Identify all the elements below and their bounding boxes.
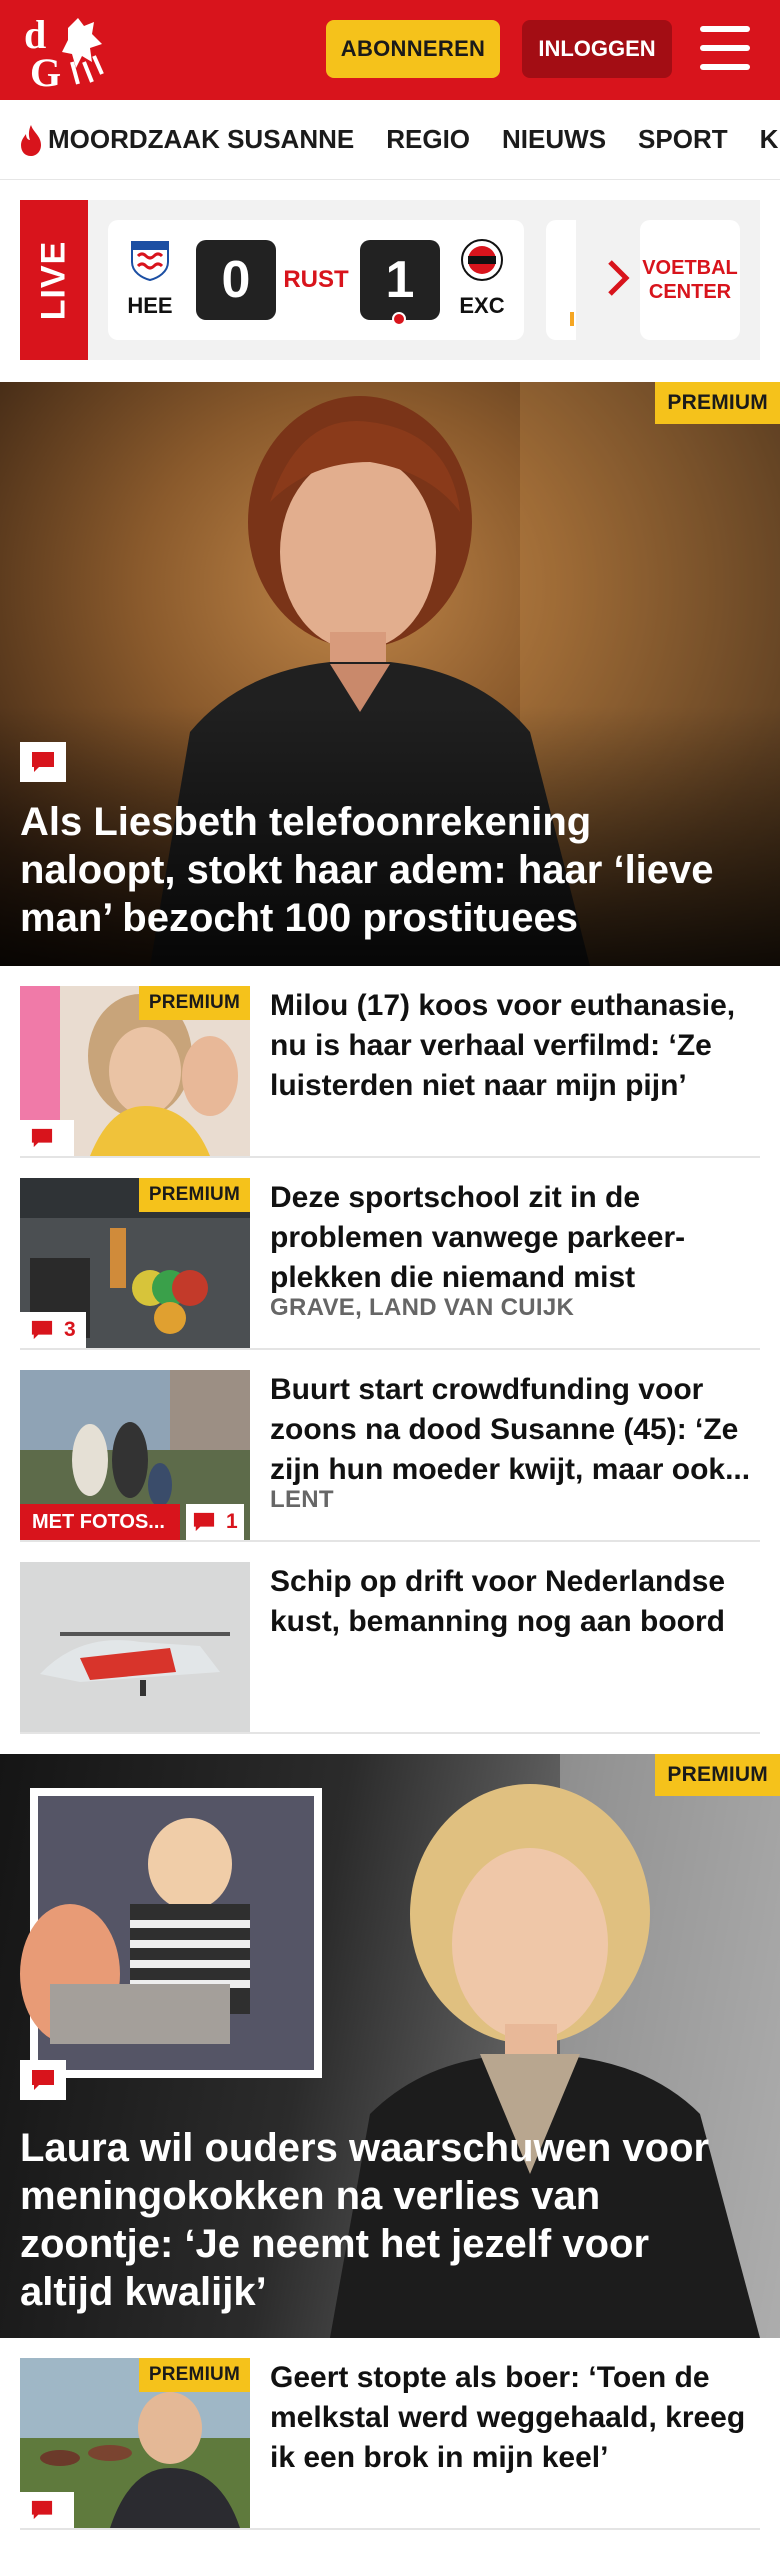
hero-article[interactable]: PREMIUM Laura wil ouders waarschuwen voo… (0, 1754, 780, 2338)
list-item[interactable]: PREMIUM Milou (17) koos voor euthanasie,… (20, 966, 760, 1158)
hero-article[interactable]: PREMIUM Als Liesbeth telefoonrekening na… (0, 382, 780, 966)
nav-item-nieuws[interactable]: NIEUWS (502, 124, 606, 155)
comment-icon (20, 742, 66, 782)
login-button[interactable]: INLOGGEN (522, 20, 672, 78)
article-list: PREMIUM Milou (17) koos voor euthanasie,… (0, 966, 780, 1734)
article-title[interactable]: Milou (17) koos voor euthanasie, nu is h… (270, 986, 760, 1106)
article-thumbnail: PREMIUM 3 (20, 1178, 250, 1348)
section-nav: MOORDZAAK SUSANNE REGIO NIEUWS SPORT KIJ… (0, 100, 780, 180)
svg-text:G: G (30, 50, 61, 92)
nav-item-kijk[interactable]: KIJK (760, 124, 780, 155)
article-title[interactable]: Schip op drift voor Nederlandse kust, be… (270, 1562, 760, 1642)
hero-title[interactable]: Als Liesbeth telefoonrekening naloopt, s… (20, 798, 750, 942)
match-status: RUST (283, 266, 349, 293)
nav-item-moordzaak-susanne[interactable]: MOORDZAAK SUSANNE (18, 123, 354, 157)
comment-count: 1 (226, 1510, 238, 1533)
site-logo[interactable]: d G (20, 8, 110, 92)
match-card[interactable]: HEE 0 RUST 1 EXC (108, 220, 524, 340)
premium-badge: PREMIUM (138, 2358, 250, 2392)
comment-icon (20, 2060, 66, 2100)
site-header: d G ABONNEREN INLOGGEN (0, 0, 780, 100)
nav-item-label: MOORDZAAK SUSANNE (48, 124, 355, 154)
comment-icon (193, 1512, 215, 1532)
photo-gallery-label: MET FOTOS... (20, 1504, 180, 1540)
subscribe-button[interactable]: ABONNEREN (326, 20, 500, 78)
article-list: PREMIUM Geert stopte als boer: ‘Toen de … (0, 2338, 780, 2530)
live-tag: LIVE (20, 200, 88, 360)
article-title[interactable]: Deze sportschool zit in de problemen van… (270, 1178, 760, 1298)
home-team: HEE (120, 238, 180, 319)
comment-icon (31, 1128, 53, 1148)
heerenveen-crest-icon (131, 241, 169, 282)
article-title[interactable]: Geert stopte als boer: ‘Toen de melkstal… (270, 2358, 760, 2478)
logo-icon: d G (24, 12, 104, 92)
comment-badge: 3 (20, 1312, 86, 1348)
home-score: 0 (196, 240, 276, 320)
premium-badge: PREMIUM (138, 986, 250, 1020)
premium-badge: PREMIUM (655, 382, 780, 424)
next-match-card[interactable] (546, 220, 576, 340)
article-location: GRAVE, LAND VAN CUIJK (270, 1294, 575, 1321)
article-location: LENT (270, 1486, 334, 1513)
comment-badge (20, 2492, 74, 2528)
premium-badge: PREMIUM (138, 1178, 250, 1212)
voetbal-center-link[interactable]: VOETBAL CENTER (640, 220, 740, 340)
away-score: 1 (360, 240, 440, 320)
home-team-abbr: HEE (127, 293, 173, 318)
article-title[interactable]: Buurt start crowdfunding voor zoons na d… (270, 1370, 760, 1490)
live-scores-strip: LIVE HEE 0 RUST 1 EXC VOETBAL CENTER (20, 200, 760, 360)
comment-badge: 1 (186, 1504, 244, 1540)
list-item[interactable]: MET FOTOS... 1 Buurt start crowdfunding … (20, 1350, 760, 1542)
goal-indicator (392, 312, 406, 326)
comment-icon (31, 2500, 53, 2520)
chevron-right-icon[interactable] (606, 258, 632, 298)
comment-icon (31, 1320, 53, 1340)
nav-item-regio[interactable]: REGIO (386, 124, 470, 155)
premium-badge: PREMIUM (655, 1754, 780, 1796)
away-team-abbr: EXC (459, 293, 505, 318)
hero-title[interactable]: Laura wil ouders waarschuwen voor mening… (20, 2124, 750, 2316)
nav-item-sport[interactable]: SPORT (638, 124, 728, 155)
article-thumbnail: PREMIUM (20, 986, 250, 1156)
article-thumbnail: PREMIUM (20, 2358, 250, 2528)
away-team: EXC (452, 238, 512, 319)
flame-icon (21, 124, 41, 156)
comment-badge (20, 1120, 74, 1156)
article-thumbnail: MET FOTOS... 1 (20, 1370, 250, 1540)
comment-count: 3 (64, 1318, 76, 1341)
excelsior-crest-icon (461, 239, 503, 281)
list-item[interactable]: PREMIUM 3 Deze sportschool zit in de pro… (20, 1158, 760, 1350)
article-thumbnail (20, 1562, 250, 1732)
hamburger-menu-icon[interactable] (700, 26, 750, 70)
list-item[interactable]: Schip op drift voor Nederlandse kust, be… (20, 1542, 760, 1734)
list-item[interactable]: PREMIUM Geert stopte als boer: ‘Toen de … (20, 2338, 760, 2530)
